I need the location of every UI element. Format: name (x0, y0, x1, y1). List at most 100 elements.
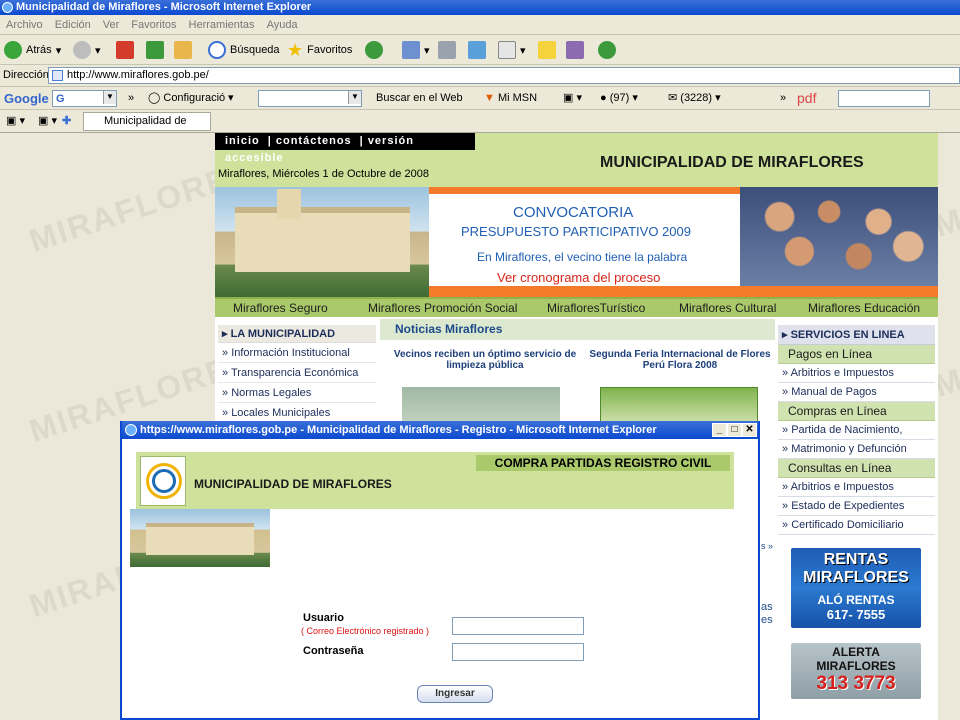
research-button[interactable] (566, 39, 584, 61)
more-icon[interactable]: » (780, 90, 786, 107)
menubar: Archivo Edición Ver Favoritos Herramientas Ay… (0, 15, 960, 35)
people-icon (598, 41, 616, 59)
minimize-icon[interactable]: _ (712, 423, 727, 437)
banner-presupuesto: PRESUPUESTO PARTICIPATIVO 2009 (461, 224, 691, 239)
password-input[interactable] (452, 643, 584, 661)
address-input[interactable]: http://www.miraflores.gob.pe/ (48, 67, 960, 84)
google-logo[interactable]: Google (4, 90, 49, 107)
right-menu-item[interactable]: » Arbitrios e Impuestos (778, 364, 935, 383)
right-menu-item[interactable]: » Certificado Domiciliario (778, 516, 935, 535)
edit-button[interactable]: ▾ (498, 39, 526, 61)
right-menu-item[interactable]: » Manual de Pagos (778, 383, 935, 402)
tab-list-icon[interactable]: ▣ ▾ (6, 113, 25, 130)
back-label: Atrás (26, 44, 52, 56)
mail-button[interactable]: ▾ (402, 39, 430, 61)
stop-button[interactable] (116, 39, 134, 61)
forward-dropdown-icon[interactable]: ▾ (95, 44, 101, 57)
right-menu: ▸ SERVICIOS EN LINEA Pagos en Línea » Ar… (778, 325, 935, 535)
contacts-button[interactable]: ● (97) ▾ (600, 90, 638, 107)
page-icon (52, 70, 63, 81)
banner-cronograma-link[interactable]: Ver cronograma del proceso (497, 270, 660, 285)
config-label: Configuració (163, 92, 226, 104)
left-menu-header: ▸ LA MUNICIPALIDAD (218, 325, 376, 343)
alerta-ad-line1: ALERTA (832, 645, 880, 659)
history-button[interactable] (365, 39, 383, 61)
menu-edicion[interactable]: Edición (49, 15, 97, 31)
pdf-search-input[interactable] (838, 90, 930, 107)
building-image (146, 523, 254, 555)
chevron-down-icon: ▼ (103, 91, 116, 104)
popup-header: COMPRA PARTIDAS REGISTRO CIVIL MUNICIPAL… (136, 452, 734, 509)
address-label: Dirección (3, 69, 49, 81)
rentas-ad-line1: RENTAS (823, 551, 889, 568)
left-menu-item[interactable]: » Información Institucional (218, 343, 376, 363)
popup-building-photo (130, 509, 270, 567)
right-menu-item[interactable]: » Arbitrios e Impuestos (778, 478, 935, 497)
banner-vecino: En Miraflores, el vecino tiene la palabr… (477, 250, 688, 264)
nav-inicio[interactable]: inicio (225, 135, 260, 147)
search-icon (208, 41, 226, 59)
alerta-ad[interactable]: ALERTA MIRAFLORES 313 3773 (791, 643, 921, 699)
toolbar-search-input[interactable]: ▼ (258, 90, 362, 107)
google-search-menu[interactable]: G ▼ (52, 90, 117, 107)
refresh-button[interactable] (146, 39, 164, 61)
crowd-photo (740, 187, 938, 286)
nav-contactenos[interactable]: contáctenos (276, 135, 352, 147)
right-menu-item[interactable]: » Estado de Expedientes (778, 497, 935, 516)
nav-seguro[interactable]: Miraflores Seguro (233, 301, 328, 315)
mail-count-button[interactable]: ✉ (3228) ▾ (668, 90, 721, 107)
user-icon[interactable]: ▾ (228, 90, 234, 107)
right-menu-item[interactable]: » Partida de Nacimiento, (778, 421, 935, 440)
background-link-fragment[interactable]: as (761, 601, 773, 613)
msn-button[interactable]: ▼ Mi MSN (484, 90, 537, 107)
menu-archivo[interactable]: Archivo (0, 15, 49, 31)
left-menu-label: Locales Municipales (231, 407, 331, 419)
favorites-button[interactable]: ★ Favoritos (287, 39, 352, 61)
banner[interactable]: CONVOCATORIA PRESUPUESTO PARTICIPATIVO 2… (215, 187, 938, 297)
background-link-fragment[interactable]: es (761, 614, 773, 626)
nav-promocion-social[interactable]: Miraflores Promoción Social (368, 301, 517, 315)
notes-button[interactable] (538, 39, 556, 61)
rentas-ad[interactable]: RENTAS MIRAFLORES ALÓ RENTAS 617- 7555 (791, 548, 921, 628)
nav-educacion[interactable]: Miraflores Educación (808, 301, 920, 315)
menu-herramientas[interactable]: Herramientas (183, 15, 261, 31)
forward-button[interactable]: ▾ (73, 39, 101, 61)
home-button[interactable] (174, 39, 192, 61)
new-tab-icon[interactable]: ✚ (62, 113, 71, 130)
right-menu-label: Arbitrios e Impuestos (790, 481, 894, 493)
back-button[interactable]: Atrás ▾ (4, 39, 61, 61)
menu-ayuda[interactable]: Ayuda (261, 15, 304, 31)
ingresar-button[interactable]: Ingresar (417, 685, 493, 703)
rss-icon[interactable]: ▣ ▾ (563, 90, 582, 107)
nav-turistico[interactable]: MirafloresTurístico (547, 301, 645, 315)
left-menu-item[interactable]: » Normas Legales (218, 383, 376, 403)
msn-people-button[interactable] (598, 39, 616, 61)
quick-tabs-icon[interactable]: ▣ ▾ (38, 113, 57, 130)
menu-ver[interactable]: Ver (97, 15, 126, 31)
site-date: Miraflores, Miércoles 1 de Octubre de 20… (218, 168, 429, 180)
right-menu-item[interactable]: » Matrimonio y Defunción (778, 440, 935, 459)
more-icon[interactable]: » (128, 90, 134, 107)
left-menu-item[interactable]: » Transparencia Económica (218, 363, 376, 383)
news-item-title[interactable]: Segunda Feria Internacional de Flores Pe… (580, 349, 780, 371)
config-button[interactable]: ◯ Configuració (148, 90, 225, 107)
back-dropdown-icon[interactable]: ▾ (56, 44, 62, 57)
close-icon[interactable]: ✕ (742, 423, 757, 437)
left-menu-item[interactable]: » Locales Municipales (218, 403, 376, 423)
search-button[interactable]: Búsqueda (208, 39, 280, 61)
main-nav: Miraflores Seguro Miraflores Promoción S… (215, 297, 938, 317)
news-item-title[interactable]: Vecinos reciben un óptimo servicio de li… (390, 349, 580, 371)
search-web-button[interactable]: Buscar en el Web (376, 90, 463, 107)
maximize-icon[interactable]: □ (727, 423, 742, 437)
usuario-input[interactable] (452, 617, 584, 635)
municipal-seal-logo (140, 456, 186, 506)
right-menu-label: Arbitrios e Impuestos (790, 367, 894, 379)
pdf-logo[interactable]: pdf (797, 90, 816, 107)
tab-active[interactable]: Municipalidad de Mir... (83, 112, 211, 144)
popup-title: https://www.miraflores.gob.pe - Municipa… (140, 424, 657, 436)
messenger-button[interactable] (468, 39, 486, 61)
menu-favoritos[interactable]: Favoritos (125, 15, 182, 31)
nav-cultural[interactable]: Miraflores Cultural (679, 301, 776, 315)
background-link-fragment[interactable]: s » (761, 541, 773, 551)
print-button[interactable] (438, 39, 456, 61)
